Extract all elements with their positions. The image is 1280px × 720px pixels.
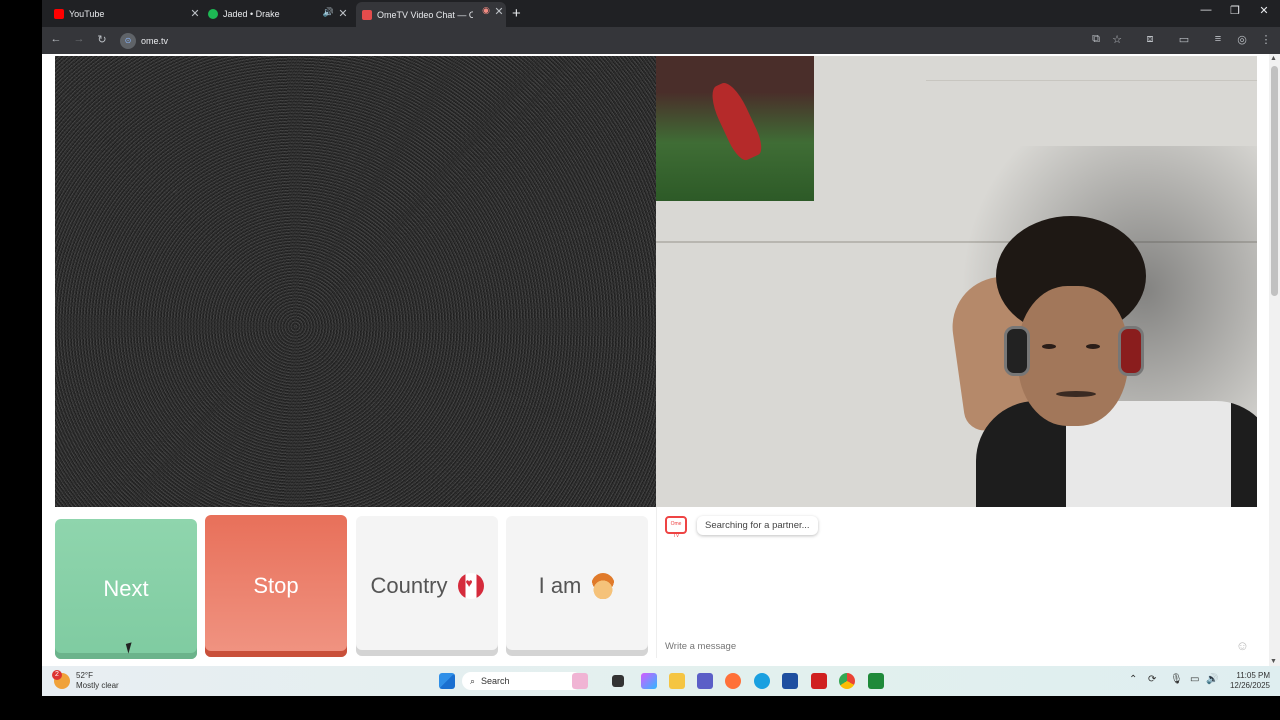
scroll-down-icon[interactable]: ▼ — [1270, 658, 1277, 665]
wall-poster — [656, 56, 814, 201]
media-controls-icon[interactable]: ≡ — [1210, 33, 1226, 45]
gender-button[interactable]: I am — [506, 516, 648, 656]
page-scrollbar[interactable]: ▲ ▼ — [1269, 54, 1280, 666]
notification-badge: 2 — [52, 670, 62, 680]
tab-ometv[interactable]: OmeTV Video Chat — Ome ◉ ✕ — [356, 2, 506, 27]
stop-label: Stop — [253, 573, 299, 598]
boy-emoji-icon — [591, 573, 616, 599]
country-label: Country — [370, 573, 448, 598]
close-tab-icon[interactable]: ✕ — [188, 7, 202, 20]
address-bar[interactable]: ⊙ ome.tv — [120, 31, 168, 50]
weather-icon: 2 — [52, 670, 70, 689]
next-label: Next — [103, 576, 149, 601]
microphone-icon[interactable]: 🎙 — [1170, 674, 1183, 685]
webcam-person — [946, 216, 1257, 507]
close-tab-icon[interactable]: ✕ — [492, 5, 506, 18]
iam-label: I am — [538, 573, 582, 598]
canada-flag-icon — [457, 573, 484, 599]
browser-toolbar: ← → ↻ ⊙ ome.tv ⧉ ☆ ⧈ ▭ ≡ ◎ ⋮ — [42, 27, 1280, 54]
country-button[interactable]: Country — [356, 516, 498, 656]
spotify-icon — [208, 9, 218, 19]
back-icon[interactable]: ← — [48, 33, 64, 45]
restore-icon[interactable]: ❐ — [1225, 4, 1245, 17]
partner-video-static — [55, 56, 656, 507]
forward-icon[interactable]: → — [71, 33, 87, 45]
clock-time: 11:05 PM — [1236, 671, 1270, 680]
sync-icon[interactable]: ⟳ — [1148, 674, 1156, 685]
scroll-up-icon[interactable]: ▲ — [1270, 55, 1277, 62]
menu-icon[interactable]: ⋮ — [1258, 33, 1274, 46]
ometv-icon — [362, 9, 372, 20]
next-button[interactable]: Next — [55, 519, 197, 659]
tab-title: Jaded • Drake — [223, 9, 280, 19]
network-icon[interactable]: ▭ — [1190, 674, 1199, 685]
firefox-icon[interactable] — [725, 673, 741, 689]
minimize-icon[interactable]: — — [1196, 4, 1216, 16]
teams-icon[interactable] — [697, 673, 713, 689]
tab-title: YouTube — [69, 9, 105, 19]
ometv-logo: Ome TV — [665, 516, 687, 539]
status-message: Searching for a partner... — [697, 516, 818, 535]
task-view-icon[interactable] — [612, 675, 624, 687]
close-window-icon[interactable]: ✕ — [1254, 4, 1274, 17]
tab-title: OmeTV Video Chat — Ome — [377, 9, 473, 20]
start-menu-icon[interactable] — [439, 673, 455, 689]
emoji-picker-icon[interactable]: ☺ — [1236, 638, 1249, 653]
side-panel-icon[interactable]: ▭ — [1176, 33, 1192, 46]
ometv-page: Next Stop Country I am Ome TV Searching … — [42, 54, 1280, 666]
temperature: 52°F — [76, 671, 93, 680]
wall-line — [926, 80, 1257, 81]
cast-icon[interactable]: ⧉ — [1088, 33, 1104, 46]
reload-icon[interactable]: ↻ — [94, 33, 110, 46]
search-label: Search — [481, 676, 510, 686]
chrome-icon[interactable] — [839, 673, 855, 689]
store-icon[interactable] — [782, 673, 798, 689]
taskbar-search[interactable]: ⌕ Search — [462, 672, 582, 690]
edge-icon[interactable] — [754, 673, 770, 689]
chat-panel: Ome TV Searching for a partner... ☺ — [656, 507, 1257, 658]
weather-widget[interactable]: 2 52°F Mostly clear — [52, 670, 119, 691]
new-tab-button[interactable]: + — [512, 5, 521, 22]
self-camera-video — [656, 56, 1257, 507]
bookmark-star-icon[interactable]: ☆ — [1109, 33, 1125, 46]
copilot-icon[interactable] — [641, 673, 657, 689]
acrobat-icon[interactable] — [811, 673, 827, 689]
url-text: ome.tv — [141, 35, 169, 46]
recording-icon: ◉ — [482, 5, 490, 15]
windows-taskbar: 2 52°F Mostly clear ⌕ Search ⌃ ⟳ 🎙 ▭ 🔊 1… — [42, 666, 1280, 696]
tab-youtube[interactable]: YouTube ✕ — [54, 4, 202, 24]
scroll-thumb[interactable] — [1271, 66, 1278, 296]
speaker-icon[interactable]: 🔊 — [323, 7, 334, 18]
extensions-icon[interactable]: ⧈ — [1142, 33, 1158, 46]
weather-description: Mostly clear — [76, 681, 119, 690]
site-info-icon[interactable]: ⊙ — [120, 32, 136, 49]
file-explorer-icon[interactable] — [669, 673, 685, 689]
youtube-icon — [54, 9, 64, 19]
tab-spotify[interactable]: Jaded • Drake 🔊 ✕ — [208, 4, 350, 24]
profile-icon[interactable]: ◎ — [1234, 33, 1250, 46]
search-icon: ⌕ — [470, 675, 476, 686]
system-clock[interactable]: 11:05 PM 12/26/2025 — [1214, 671, 1270, 691]
stop-button[interactable]: Stop — [205, 515, 347, 657]
copilot-widget-icon[interactable] — [572, 673, 588, 689]
tab-strip: YouTube ✕ Jaded • Drake 🔊 ✕ OmeTV Video … — [42, 0, 1280, 27]
message-input[interactable] — [665, 638, 1235, 654]
clock-date: 12/26/2025 — [1229, 681, 1270, 690]
show-hidden-icons-icon[interactable]: ⌃ — [1129, 674, 1137, 685]
close-tab-icon[interactable]: ✕ — [336, 7, 350, 20]
terminal-icon[interactable] — [868, 673, 884, 689]
